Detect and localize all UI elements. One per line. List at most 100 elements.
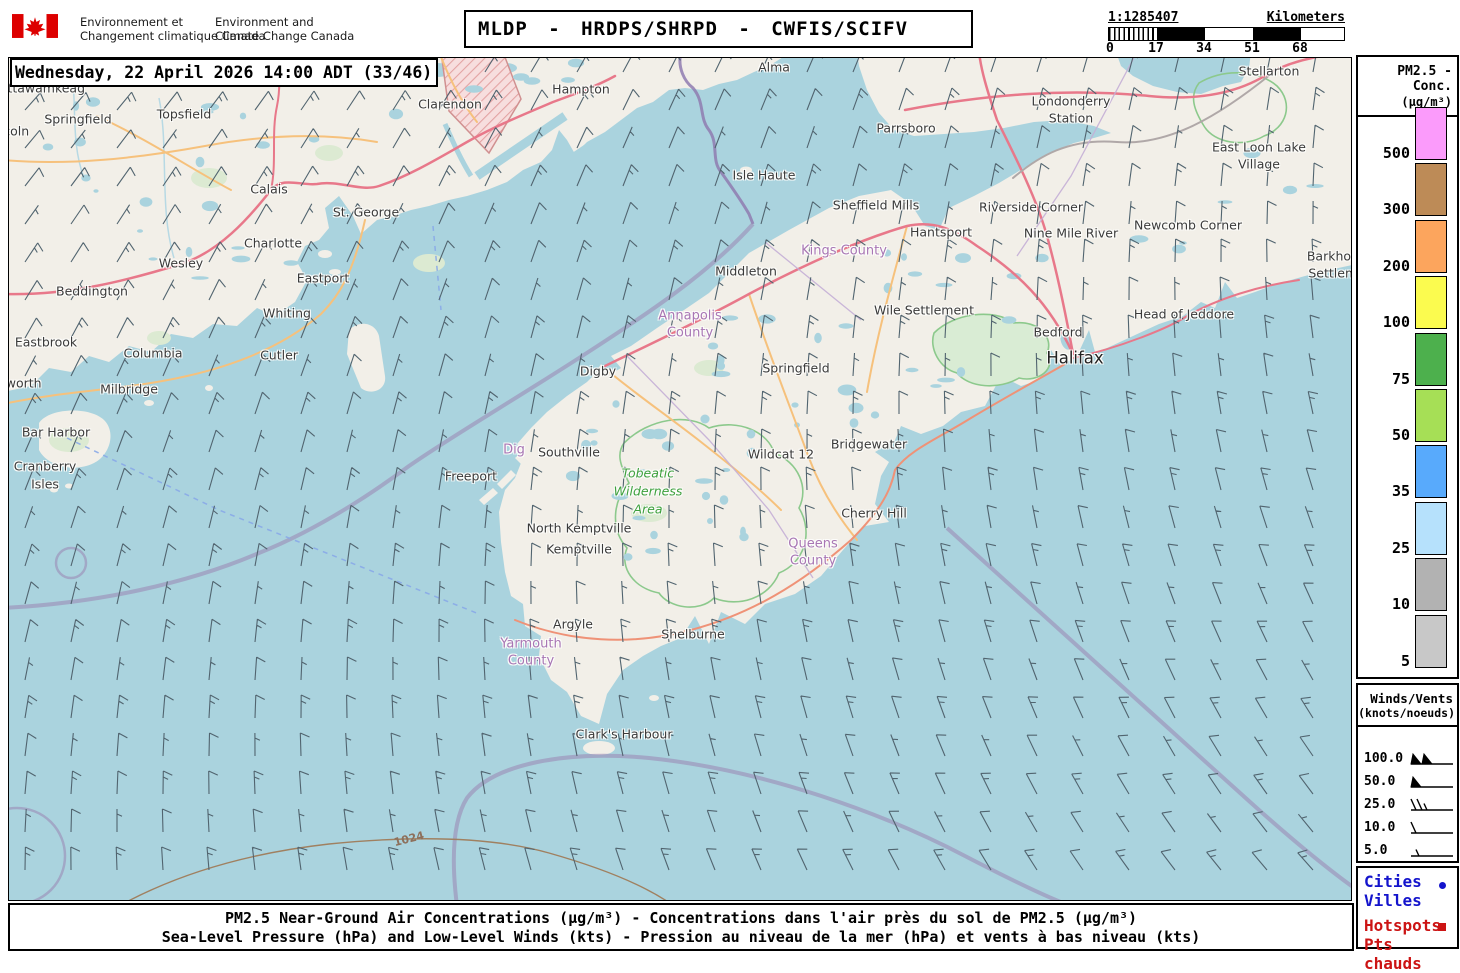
map-caption: PM2.5 Near-Ground Air Concentrations (µg… [8,903,1354,951]
wind-speed-row: 100.0 [1358,747,1457,770]
product-title: MLDP - HRDPS/SHRPD - CWFIS/SCIFV [478,18,909,40]
map-label: Hantsport [909,224,973,240]
pm25-color-swatch [1415,219,1447,273]
scalebar-segment [1301,28,1344,40]
pm25-level-value: 25 [1391,538,1410,557]
map-label: Kemptville [546,541,612,557]
map-label: North Kemptville [526,520,632,536]
wind-speed-value: 100.0 [1364,751,1404,766]
map-label: Head of Jeddore [1133,306,1235,322]
map-label: Springfield [762,360,830,376]
canada-flag-icon [12,14,58,38]
map-label: Halifax [1046,348,1104,368]
pm25-level-row: 50 [1358,388,1457,444]
pm25-level-row: 35 [1358,445,1457,501]
map-base-layers [9,58,1351,900]
pm25-level-row: 100 [1358,276,1457,331]
pm25-level-value: 300 [1382,200,1410,219]
wind-speed-value: 5.0 [1364,843,1388,858]
hotspot-marker-icon [1438,923,1446,931]
map-label: Isle Haute [732,167,796,183]
product-title-box: MLDP - HRDPS/SHRPD - CWFIS/SCIFV [464,10,973,48]
pm25-level-value: 35 [1391,482,1410,501]
map-label: Bridgewater [830,436,908,452]
wind-speed-row: 25.0 [1358,793,1457,816]
map-label: Riverside Corner [978,199,1084,215]
winds-legend: Winds/Vents (knots/noeuds) 100.0 50.0 25.0… [1356,683,1459,863]
timestamp-box: Wednesday, 22 April 2026 14:00 ADT (33/4… [10,58,438,87]
map-label: Sheffield Mills [832,197,920,213]
pm25-level-value: 500 [1382,144,1410,162]
scale-units: Kilometers [1266,10,1345,25]
winds-legend-units: (knots/noeuds) [1358,706,1455,720]
wind-speed-row: 5.0 [1358,839,1457,862]
wind-speed-row: 50.0 [1358,770,1457,793]
map-label: Cutler [260,347,298,363]
map-label: Alma [758,59,790,75]
map-label: Yarmouth [500,636,562,652]
pm25-color-swatch [1415,558,1447,612]
caption-line-1: PM2.5 Near-Ground Air Concentrations (µg… [224,909,1138,927]
map-label: Wesley [158,255,204,271]
pm25-level-row: 75 [1358,332,1457,388]
pm25-level-value: 10 [1391,595,1410,614]
wind-barb-icon [1411,848,1453,857]
map-scalebar: 1:1285407 Kilometers 0 17 34 51 68 [1106,10,1345,56]
map-label: County [507,653,555,669]
map-label: Isles [31,476,59,492]
map-label: Barkhouse [1306,248,1352,264]
caption-line-2: Sea-Level Pressure (hPa) and Low-Level W… [161,928,1201,946]
pm25-color-swatch [1415,163,1447,217]
pm25-color-swatch [1415,332,1447,386]
pm25-level-value: 200 [1382,256,1410,275]
map-label: East Loon Lake [1212,139,1306,155]
legend-divider [1358,725,1457,727]
map-label: Newcomb Corner [1134,217,1242,233]
map-label: Nine Mile River [1023,225,1119,241]
pm25-color-swatch [1415,501,1447,555]
pm25-color-swatch [1415,445,1447,499]
map-label: Hampton [552,81,610,97]
wind-speed-scale: 100.0 50.0 25.0 10.0 5.0 [1358,747,1457,862]
map-label: Eastport [296,270,350,286]
winds-legend-title: Winds/Vents [1370,691,1453,706]
map-label: Argyle [553,616,593,632]
map-label: Lincoln [9,123,30,139]
scale-tick-label: 34 [1196,41,1212,56]
map-label: Londonderry [1031,93,1111,109]
map-label: Eastbrook [14,334,78,350]
cities-label-fr: Villes [1364,891,1422,910]
map-label: Cranberry [13,458,77,474]
map-label: Parrsboro [876,120,936,136]
pm25-level-row: 200 [1358,219,1457,275]
map-label: Wilderness [613,483,683,499]
scalebar-segment [1157,28,1205,40]
pm25-legend-title: PM2.5 - Conc. [1397,64,1452,94]
map-label: Ellsworth [8,375,42,391]
scale-tick-label: 0 [1106,41,1114,56]
pm25-color-swatch [1415,388,1447,442]
map-label: Clark's Harbour [575,726,673,742]
wind-barb-icon [1410,798,1453,811]
city-marker-icon [1439,882,1446,889]
map-label: Annapolis [658,308,722,324]
map-label: Topsfield [156,106,212,122]
map-label: Whiting [263,305,311,321]
map-label: Bedford [1033,324,1083,340]
scale-tick-label: 51 [1244,41,1260,56]
pm25-color-swatch [1415,276,1447,330]
map-label: Calais [250,181,288,197]
map-label: Clarendon [418,96,482,112]
scale-ratio: 1:1285407 [1108,10,1179,25]
map-label: Tobeatic [621,465,675,481]
timestamp: Wednesday, 22 April 2026 14:00 ADT (33/4… [15,63,433,82]
pm25-level-row: 500 [1358,107,1457,162]
map-label: County [666,325,714,341]
map-label: Stellarton [1238,63,1300,79]
wind-speed-value: 25.0 [1364,797,1396,812]
map-label: Milbridge [100,381,158,397]
map-label: Village [1238,156,1280,172]
scalebar-segment [1253,28,1301,40]
map-label: Settlement [1308,265,1351,281]
points-legend: Cities Villes Hotspots Pts chauds [1356,866,1459,973]
